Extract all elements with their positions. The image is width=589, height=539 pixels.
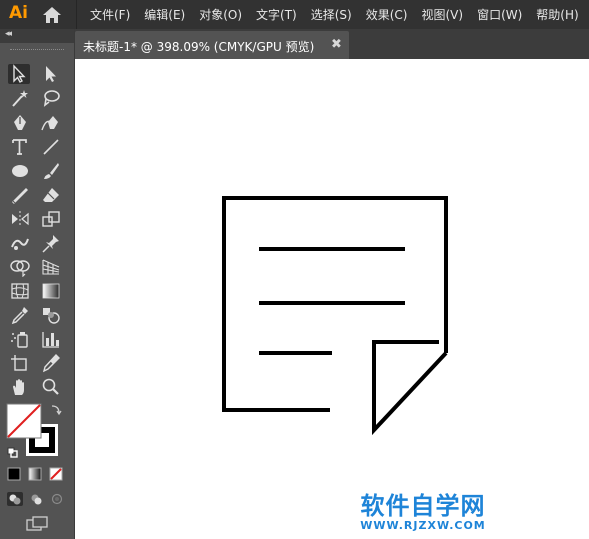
- menu-help[interactable]: 帮助(H): [536, 6, 578, 23]
- menu-view[interactable]: 视图(V): [421, 6, 463, 23]
- perspective-grid-tool-icon[interactable]: [40, 257, 62, 277]
- menu-type[interactable]: 文字(T): [256, 6, 297, 23]
- paintbrush-tool-icon[interactable]: [40, 161, 62, 181]
- fill-stroke-swatches[interactable]: [4, 400, 64, 462]
- direct-selection-tool-icon[interactable]: [40, 64, 62, 84]
- menu-window[interactable]: 窗口(W): [477, 6, 522, 23]
- artboard-tool-icon[interactable]: [9, 353, 31, 373]
- home-icon[interactable]: [42, 6, 62, 24]
- zoom-tool-icon[interactable]: [40, 377, 62, 397]
- ellipse-tool-icon[interactable]: [9, 161, 31, 181]
- watermark: 软件自学网 WWW.RJZXW.COM: [348, 486, 498, 532]
- menu-items: 文件(F) 编辑(E) 对象(O) 文字(T) 选择(S) 效果(C) 视图(V…: [90, 0, 589, 29]
- puppet-warp-tool-icon[interactable]: [9, 233, 31, 253]
- type-tool-icon[interactable]: [9, 137, 31, 157]
- lasso-tool-icon[interactable]: [40, 88, 62, 108]
- menu-file[interactable]: 文件(F): [90, 6, 130, 23]
- artboard-canvas[interactable]: 软件自学网 WWW.RJZXW.COM: [75, 59, 589, 539]
- hand-tool-icon[interactable]: [9, 377, 31, 397]
- menu-object[interactable]: 对象(O): [199, 6, 242, 23]
- document-tab[interactable]: 未标题-1* @ 398.09% (CMYK/GPU 预览) ✖: [75, 31, 349, 59]
- menu-select[interactable]: 选择(S): [311, 6, 352, 23]
- gradient-mode-icon[interactable]: [27, 466, 43, 482]
- watermark-title: 软件自学网: [360, 492, 486, 520]
- slice-tool-icon[interactable]: [40, 353, 62, 373]
- reflect-tool-icon[interactable]: [9, 209, 31, 229]
- pen-tool-icon[interactable]: [9, 113, 31, 133]
- column-graph-tool-icon[interactable]: [40, 329, 62, 349]
- eyedropper-tool-icon[interactable]: [9, 305, 31, 325]
- document-tab-bar: 未标题-1* @ 398.09% (CMYK/GPU 预览) ✖: [75, 29, 589, 59]
- shape-builder-tool-icon[interactable]: [9, 257, 31, 277]
- panel-grip[interactable]: [10, 49, 64, 52]
- shaper-tool-icon[interactable]: [9, 185, 31, 205]
- pin-tool-icon[interactable]: [40, 233, 62, 253]
- menu-effect[interactable]: 效果(C): [366, 6, 408, 23]
- selection-tool-icon[interactable]: [8, 64, 30, 84]
- symbol-sprayer-tool-icon[interactable]: [9, 329, 31, 349]
- menu-edit[interactable]: 编辑(E): [144, 6, 185, 23]
- blend-tool-icon[interactable]: [40, 305, 62, 325]
- draw-normal-icon[interactable]: [6, 491, 24, 507]
- menu-bar: Ai 文件(F) 编辑(E) 对象(O) 文字(T) 选择(S) 效果(C) 视…: [0, 0, 589, 29]
- close-icon[interactable]: ✖: [331, 37, 342, 52]
- magic-wand-tool-icon[interactable]: [9, 88, 31, 108]
- menu-separator: [76, 0, 77, 29]
- mesh-tool-icon[interactable]: [9, 281, 31, 301]
- curvature-tool-icon[interactable]: [40, 113, 62, 133]
- draw-inside-icon[interactable]: [48, 491, 66, 507]
- screen-mode-icon[interactable]: [25, 515, 49, 533]
- draw-behind-icon[interactable]: [27, 491, 45, 507]
- collapse-icon[interactable]: ◂◂: [5, 29, 12, 39]
- app-logo: Ai: [9, 3, 28, 23]
- tools-panel: ◂◂: [0, 29, 75, 539]
- watermark-url: WWW.RJZXW.COM: [360, 519, 486, 532]
- tools-panel-header: ◂◂: [0, 29, 74, 43]
- line-segment-tool-icon[interactable]: [40, 137, 62, 157]
- scale-tool-icon[interactable]: [40, 209, 62, 229]
- eraser-tool-icon[interactable]: [40, 185, 62, 205]
- none-mode-icon[interactable]: [48, 466, 64, 482]
- gradient-tool-icon[interactable]: [40, 281, 62, 301]
- document-tab-title: 未标题-1* @ 398.09% (CMYK/GPU 预览): [83, 40, 315, 54]
- color-mode-icon[interactable]: [6, 466, 22, 482]
- document-icon-artwork[interactable]: [75, 59, 589, 539]
